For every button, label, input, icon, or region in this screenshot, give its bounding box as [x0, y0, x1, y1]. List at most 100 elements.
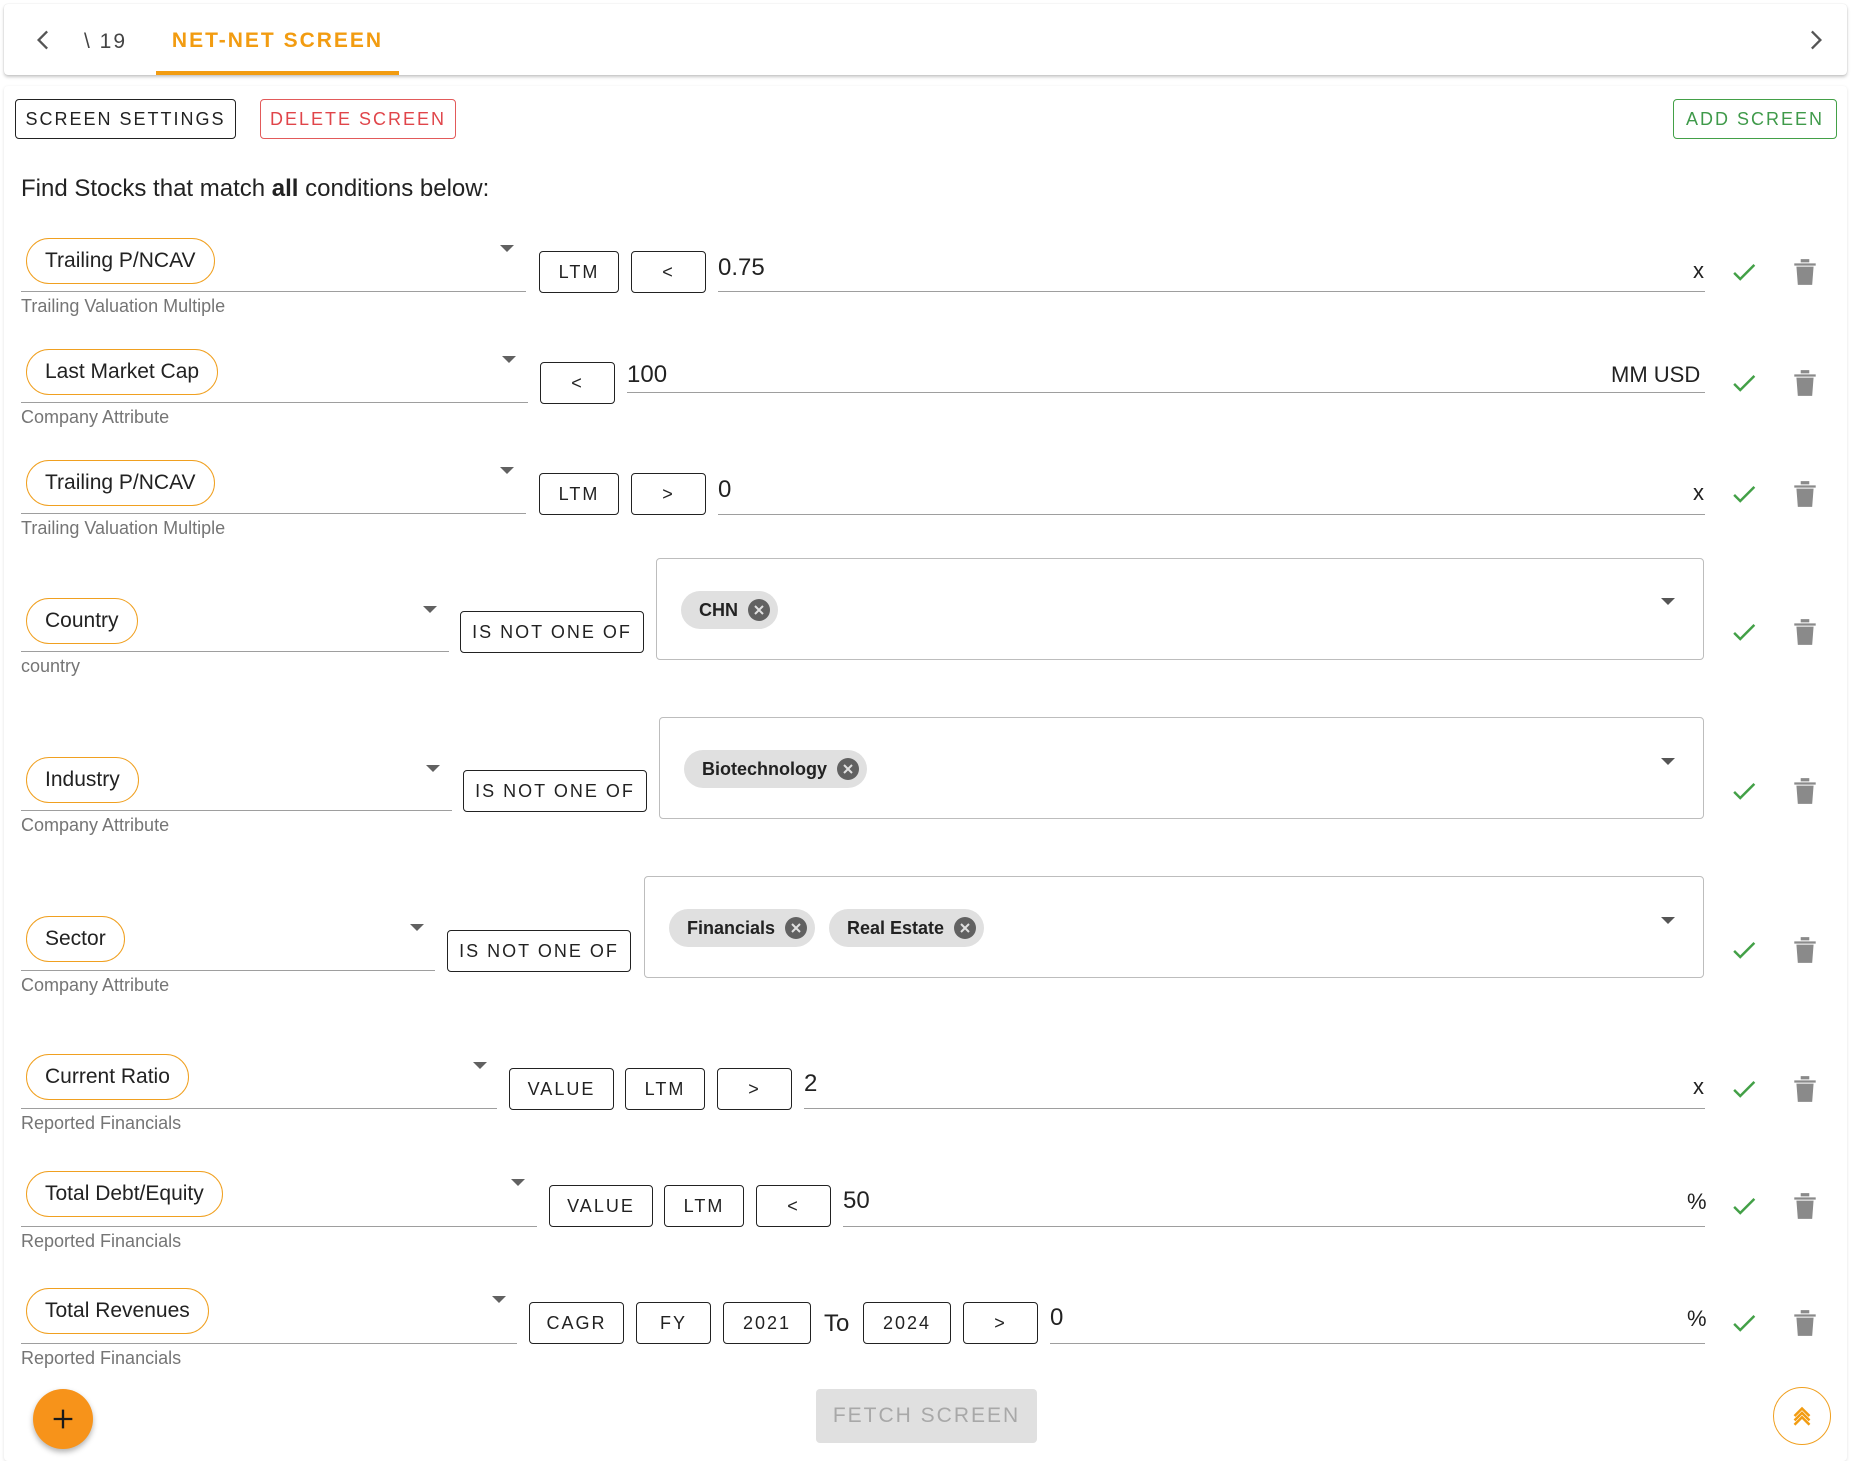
- delete-screen-button[interactable]: DELETE SCREEN: [260, 99, 456, 139]
- metric-chip[interactable]: Total Debt/Equity: [26, 1171, 223, 1217]
- trash-icon[interactable]: [1792, 776, 1818, 806]
- add-screen-button[interactable]: ADD SCREEN: [1673, 99, 1837, 139]
- scroll-to-top-button[interactable]: [1773, 1387, 1831, 1445]
- add-condition-button[interactable]: [33, 1389, 93, 1449]
- check-icon[interactable]: [1729, 935, 1759, 965]
- caret-down-icon[interactable]: [502, 356, 516, 363]
- unit-label: x: [1693, 258, 1704, 283]
- tab-net-net-screen[interactable]: NET-NET SCREEN: [156, 4, 399, 75]
- caret-down-icon[interactable]: [473, 1062, 487, 1069]
- metric-chip[interactable]: Sector: [26, 916, 125, 962]
- period-button[interactable]: FY: [636, 1302, 711, 1344]
- metric-category: Reported Financials: [21, 1348, 182, 1368]
- value-input[interactable]: [843, 1181, 1683, 1221]
- operator-button[interactable]: IS NOT ONE OF: [447, 930, 631, 972]
- metric-chip[interactable]: Country: [26, 598, 138, 644]
- cancel-circle-icon[interactable]: [954, 917, 977, 939]
- metric-chip[interactable]: Current Ratio: [26, 1054, 189, 1100]
- screen-settings-button[interactable]: SCREEN SETTINGS: [15, 99, 236, 139]
- metric-chip[interactable]: Trailing P/NCAV: [26, 460, 215, 506]
- operator-button[interactable]: >: [717, 1068, 792, 1110]
- trash-icon[interactable]: [1792, 617, 1818, 647]
- metric-chip[interactable]: Industry: [26, 757, 139, 803]
- metric-chip[interactable]: Total Revenues: [26, 1288, 209, 1334]
- operator-button[interactable]: <: [540, 362, 615, 404]
- caret-down-icon[interactable]: [410, 924, 424, 931]
- value-input[interactable]: [1050, 1298, 1680, 1338]
- period-button[interactable]: LTM: [539, 251, 619, 293]
- multi-select[interactable]: Biotechnology: [659, 717, 1704, 819]
- metric-underline: [21, 291, 526, 292]
- caret-down-icon[interactable]: [500, 467, 514, 474]
- cancel-circle-icon[interactable]: [837, 758, 859, 780]
- trash-icon[interactable]: [1792, 1308, 1818, 1338]
- operator-button[interactable]: IS NOT ONE OF: [460, 611, 644, 653]
- operator-button[interactable]: IS NOT ONE OF: [463, 770, 647, 812]
- caret-down-icon[interactable]: [492, 1296, 506, 1303]
- caret-down-icon[interactable]: [423, 606, 437, 613]
- operator-button[interactable]: <: [756, 1185, 831, 1227]
- selected-chip: Real Estate: [829, 909, 985, 947]
- value-input[interactable]: [718, 470, 1678, 510]
- tab-previous[interactable]: \ 19: [84, 30, 127, 54]
- caret-down-icon[interactable]: [426, 765, 440, 772]
- operator-button[interactable]: >: [963, 1302, 1038, 1344]
- metric-category: country: [21, 656, 81, 676]
- check-icon[interactable]: [1729, 1074, 1759, 1104]
- check-icon[interactable]: [1729, 368, 1759, 398]
- value-underline: [843, 1226, 1705, 1227]
- metric-underline: [21, 810, 452, 811]
- check-icon[interactable]: [1729, 776, 1759, 806]
- caret-down-icon[interactable]: [1661, 598, 1675, 605]
- trash-icon[interactable]: [1792, 479, 1818, 509]
- period-button[interactable]: LTM: [664, 1185, 744, 1227]
- metric-category: Trailing Valuation Multiple: [21, 296, 226, 316]
- metric-chip[interactable]: Last Market Cap: [26, 349, 219, 395]
- cancel-circle-icon[interactable]: [785, 917, 808, 939]
- unit-label: x: [1693, 1074, 1704, 1099]
- check-icon[interactable]: [1729, 1191, 1759, 1221]
- value-input[interactable]: [718, 248, 1678, 288]
- metric-chip[interactable]: Trailing P/NCAV: [26, 238, 215, 284]
- fetch-screen-button[interactable]: FETCH SCREEN: [816, 1389, 1037, 1443]
- check-icon[interactable]: [1729, 617, 1759, 647]
- caret-down-icon[interactable]: [1661, 758, 1675, 765]
- tab-bar: \ 19 NET-NET SCREEN: [4, 4, 1847, 75]
- unit-label: MM USD: [1611, 362, 1701, 387]
- trash-icon[interactable]: [1792, 257, 1818, 287]
- value-underline: [1050, 1343, 1705, 1344]
- page-heading: Find Stocks that match all conditions be…: [21, 175, 490, 202]
- value-input[interactable]: [627, 355, 1527, 395]
- plus-icon: [53, 1409, 73, 1429]
- chevron-left-icon[interactable]: [30, 26, 58, 54]
- chevron-right-icon[interactable]: [1801, 26, 1829, 54]
- double-chevron-up-icon: [1793, 1406, 1811, 1426]
- check-icon[interactable]: [1729, 1308, 1759, 1338]
- to-year-button[interactable]: 2024: [863, 1302, 951, 1344]
- metric-underline: [21, 970, 435, 971]
- check-icon[interactable]: [1729, 257, 1759, 287]
- trash-icon[interactable]: [1792, 935, 1818, 965]
- multi-select[interactable]: CHN: [656, 558, 1704, 660]
- mode-button[interactable]: VALUE: [549, 1185, 653, 1227]
- from-year-button[interactable]: 2021: [723, 1302, 811, 1344]
- cancel-circle-icon[interactable]: [748, 599, 770, 621]
- tab-active-label: NET-NET SCREEN: [171, 29, 384, 52]
- trash-icon[interactable]: [1792, 1074, 1818, 1104]
- trash-icon[interactable]: [1792, 368, 1818, 398]
- trash-icon[interactable]: [1792, 1191, 1818, 1221]
- check-icon[interactable]: [1729, 479, 1759, 509]
- caret-down-icon[interactable]: [511, 1179, 525, 1186]
- mode-button[interactable]: VALUE: [509, 1068, 614, 1110]
- multi-select[interactable]: Financials Real Estate: [644, 876, 1704, 978]
- caret-down-icon[interactable]: [500, 245, 514, 252]
- operator-button[interactable]: >: [631, 473, 706, 515]
- period-button[interactable]: LTM: [539, 473, 619, 515]
- metric-category: Reported Financials: [21, 1113, 182, 1133]
- mode-button[interactable]: CAGR: [529, 1302, 624, 1344]
- unit-label: %: [1687, 1306, 1707, 1331]
- value-input[interactable]: [804, 1064, 1684, 1104]
- caret-down-icon[interactable]: [1661, 917, 1675, 924]
- operator-button[interactable]: <: [631, 251, 706, 293]
- period-button[interactable]: LTM: [625, 1068, 705, 1110]
